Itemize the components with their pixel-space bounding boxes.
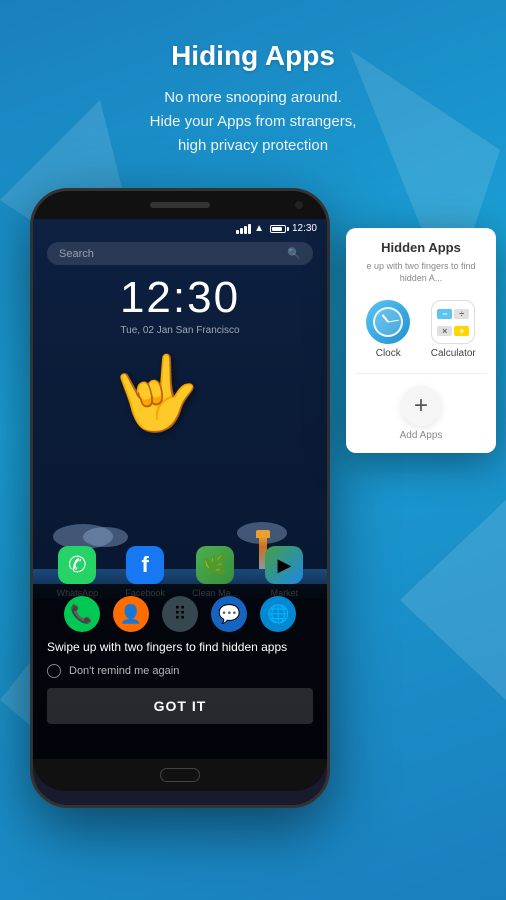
clock-display: 12:30 Tue, 02 Jan San Francisco xyxy=(33,273,327,336)
clock-app-label: Clock xyxy=(376,348,401,359)
header: Hiding Apps No more snooping around. Hid… xyxy=(0,0,506,178)
hand-gesture-icon: 🤟 xyxy=(107,347,207,443)
apps-icon: ⠿ xyxy=(162,596,198,632)
market-icon: ▶ xyxy=(265,546,303,584)
page-subtitle: No more snooping around. Hide your Apps … xyxy=(30,86,476,158)
hidden-panel-title: Hidden Apps xyxy=(346,228,496,261)
lighthouse-top xyxy=(256,530,270,538)
tooltip-checkbox-row: Don't remind me again xyxy=(47,664,313,678)
calc-cell-3: × xyxy=(437,326,452,336)
dock-item-2[interactable]: 👤 xyxy=(113,596,149,632)
calculator-app-icon: − ÷ × + xyxy=(431,300,475,344)
main-area: ▲ 12:30 Search 🔍 12:30 Tue, 02 Jan San F… xyxy=(0,188,506,868)
calc-cell-1: − xyxy=(437,309,452,319)
hidden-apps-panel: Hidden Apps e up with two fingers to fin… xyxy=(346,228,496,453)
clock-date-display: Tue, 02 Jan San Francisco xyxy=(33,325,327,336)
messages-icon: 💬 xyxy=(211,596,247,632)
dock-item-3[interactable]: ⠿ xyxy=(162,596,198,632)
add-apps-label: Add Apps xyxy=(400,430,443,441)
calculator-app-label: Calculator xyxy=(431,348,476,359)
signal-bar-4 xyxy=(248,224,251,234)
dont-remind-checkbox[interactable] xyxy=(47,664,61,678)
clock-face xyxy=(373,307,403,337)
clock-app-icon xyxy=(366,300,410,344)
status-time: 12:30 xyxy=(292,223,317,234)
clock-time-display: 12:30 xyxy=(33,273,327,323)
signal-bar-1 xyxy=(236,230,239,234)
battery-icon xyxy=(270,225,286,233)
dock-item-5[interactable]: 🌐 xyxy=(260,596,296,632)
search-bar[interactable]: Search 🔍 xyxy=(47,242,313,265)
calc-cell-2: ÷ xyxy=(454,309,469,319)
partial-dock-row: 📞 👤 ⠿ 💬 🌐 xyxy=(47,596,313,632)
phone-speaker xyxy=(150,202,210,208)
signal-bar-2 xyxy=(240,228,243,234)
calc-cell-4: + xyxy=(454,326,469,336)
status-icons: ▲ 12:30 xyxy=(236,223,317,234)
wifi-icon: ▲ xyxy=(254,223,264,234)
home-button[interactable] xyxy=(160,768,200,782)
page-title: Hiding Apps xyxy=(30,40,476,72)
dock-item-1[interactable]: 📞 xyxy=(64,596,100,632)
phone-bottom-bar xyxy=(33,759,327,791)
phone-icon: 📞 xyxy=(64,596,100,632)
hidden-apps-list: Clock − ÷ × + Calculator xyxy=(346,292,496,373)
phone-screen: ▲ 12:30 Search 🔍 12:30 Tue, 02 Jan San F… xyxy=(33,219,327,759)
add-apps-icon: + xyxy=(401,386,441,426)
search-placeholder: Search xyxy=(59,248,94,260)
phone-top-bar xyxy=(33,191,327,219)
hidden-panel-subtitle: e up with two fingers to find hidden A..… xyxy=(346,261,496,292)
dock-item-4[interactable]: 💬 xyxy=(211,596,247,632)
dont-remind-label: Don't remind me again xyxy=(69,665,179,677)
whatsapp-icon: ✆ xyxy=(58,546,96,584)
browser-icon: 🌐 xyxy=(260,596,296,632)
signal-bar-3 xyxy=(244,226,247,234)
list-item[interactable]: Clock xyxy=(366,300,410,359)
clock-minute-hand xyxy=(388,320,399,323)
search-icon: 🔍 xyxy=(287,247,301,260)
add-apps-section[interactable]: + Add Apps xyxy=(346,374,496,453)
clean-master-icon: 🌿 xyxy=(196,546,234,584)
phone-mockup: ▲ 12:30 Search 🔍 12:30 Tue, 02 Jan San F… xyxy=(30,188,330,808)
facebook-icon: f xyxy=(126,546,164,584)
got-it-button[interactable]: GOT IT xyxy=(47,688,313,724)
tooltip-overlay: 📞 👤 ⠿ 💬 🌐 Swipe up with two fin xyxy=(33,584,327,759)
list-item[interactable]: − ÷ × + Calculator xyxy=(431,300,476,359)
phone-camera xyxy=(295,201,303,209)
tooltip-text: Swipe up with two fingers to find hidden… xyxy=(47,638,313,656)
contacts-icon: 👤 xyxy=(113,596,149,632)
status-bar: ▲ 12:30 xyxy=(33,219,327,238)
